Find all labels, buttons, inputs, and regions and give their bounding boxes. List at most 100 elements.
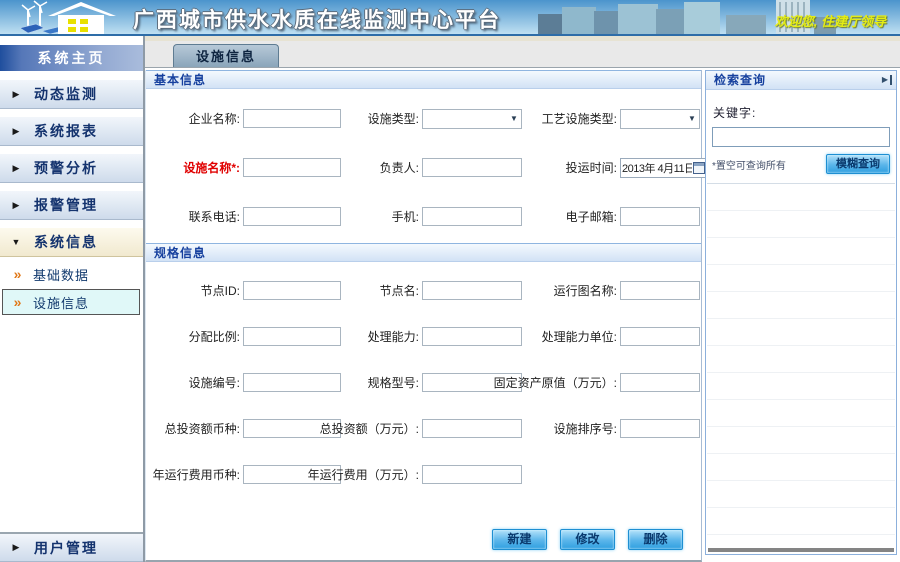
welcome-text: 欢迎您, 住建厅领导 [775,11,886,30]
sidebar-item-label: 报警管理 [34,195,98,215]
asset-value-label: 固定资产原值（万元）: [526,374,620,391]
node-id-label: 节点ID: [148,282,243,299]
double-chevron-icon: » [3,267,33,281]
annual-cost-label: 年运行费用（万元）: [344,466,422,483]
annual-cost-input[interactable] [422,465,522,484]
sidebar-item-alarm-management[interactable]: ▶ 报警管理 [0,190,143,220]
sidebar-item-label: 用户管理 [34,538,98,558]
company-input[interactable] [243,109,341,128]
start-date-label: 投运时间: [526,159,620,176]
sidebar-item-system-reports[interactable]: ▶ 系统报表 [0,116,143,146]
run-map-input[interactable] [620,281,700,300]
field-mobile: 手机: [344,207,526,226]
field-company: 企业名称: [148,109,344,128]
facility-type-select[interactable]: ▼ [422,109,522,129]
field-process-type: 工艺设施类型: ▼ [526,109,703,129]
chevron-down-icon: ▼ [0,237,34,247]
app-header: 广西城市供水水质在线监测中心平台 欢迎您, 住建厅领导 [0,0,900,34]
chevron-right-icon: ▶ [0,200,34,211]
application-window: 广西城市供水水质在线监测中心平台 欢迎您, 住建厅领导 系统主页 ▶ 动态监测 [0,0,900,562]
sidebar-item-system-info[interactable]: ▼ 系统信息 [0,227,143,257]
mobile-input[interactable] [422,207,522,226]
delete-button[interactable]: 删除 [628,529,683,550]
email-label: 电子邮箱: [526,208,620,225]
tab-facility-info[interactable]: 设施信息 [173,44,279,67]
facility-type-label: 设施类型: [344,110,422,127]
capacity-unit-label: 处理能力单位: [526,328,620,345]
invest-total-label: 总投资额（万元）: [344,420,422,437]
node-name-input[interactable] [422,281,522,300]
manager-input[interactable] [422,158,522,177]
modify-button[interactable]: 修改 [560,529,615,550]
horizontal-scrollbar[interactable] [708,548,894,552]
field-facility-no: 设施编号: [148,373,344,392]
order-no-input[interactable] [620,419,700,438]
start-date-value: 2013年 4月11日 [622,160,692,176]
ratio-input[interactable] [243,327,341,346]
search-panel: 检索查询 ▶ 关键字: *置空可查询所有 模糊查询 [705,70,897,555]
keyword-input[interactable] [712,127,890,147]
content-area: 设施信息 基本信息 企业名称: 设施类型: [145,36,900,562]
phone-input[interactable] [243,207,341,226]
field-manager: 负责人: [344,158,526,177]
collapse-panel-icon[interactable]: ▶ [882,75,892,85]
mobile-label: 手机: [344,208,422,225]
search-panel-body: 关键字: *置空可查询所有 模糊查询 [706,90,896,174]
app-title: 广西城市供水水质在线监测中心平台 [133,4,501,34]
field-capacity: 处理能力: [344,327,526,346]
facility-no-input[interactable] [243,373,341,392]
sidebar-item-label: 动态监测 [34,84,98,104]
sidebar-item-user-management[interactable]: ▶ 用户管理 [0,532,143,562]
invest-currency-label: 总投资额币种: [148,420,243,437]
field-capacity-unit: 处理能力单位: [526,327,703,346]
sidebar-subitem-basic-data[interactable]: » 基础数据 [2,261,140,287]
field-ratio: 分配比例: [148,327,344,346]
email-input[interactable] [620,207,700,226]
form-actions: 新建 修改 删除 [146,529,701,550]
search-panel-title: 检索查询 [714,71,882,89]
spec-info-form: 节点ID: 节点名: 运行图名称: [146,262,701,499]
app-logo-icon [18,0,133,34]
field-invest-total: 总投资额（万元）: [344,419,526,438]
sidebar-item-label: 预警分析 [34,158,98,178]
node-name-label: 节点名: [344,282,422,299]
invest-total-input[interactable] [422,419,522,438]
chevron-right-icon: ▶ [0,163,34,174]
sidebar-subitem-facility-info[interactable]: » 设施信息 [2,289,140,315]
dropdown-arrow-icon: ▼ [685,114,699,123]
basic-info-form: 企业名称: 设施类型: ▼ 工艺设施类型 [146,89,701,243]
process-type-label: 工艺设施类型: [526,110,620,127]
facility-name-input[interactable] [243,158,341,177]
ratio-label: 分配比例: [148,328,243,345]
add-button[interactable]: 新建 [492,529,547,550]
facility-no-label: 设施编号: [148,374,243,391]
sidebar-item-home[interactable]: 系统主页 [0,45,143,71]
process-type-select[interactable]: ▼ [620,109,700,129]
capacity-input[interactable] [422,327,522,346]
double-chevron-icon: » [3,295,33,309]
field-node-name: 节点名: [344,281,526,300]
field-invest-currency: 总投资额币种: [148,419,344,438]
fuzzy-search-button[interactable]: 模糊查询 [826,154,890,174]
asset-value-input[interactable] [620,373,700,392]
run-map-label: 运行图名称: [526,282,620,299]
sidebar-item-dynamic-monitoring[interactable]: ▶ 动态监测 [0,79,143,109]
sidebar-item-label: 系统报表 [34,121,98,141]
node-id-input[interactable] [243,281,341,300]
manager-label: 负责人: [344,159,422,176]
field-node-id: 节点ID: [148,281,344,300]
search-panel-header: 检索查询 ▶ [706,71,896,90]
field-annual-cost: 年运行费用（万元）: [344,465,526,484]
spec-info-section-header: 规格信息 [146,243,701,262]
sidebar-spacer [0,316,143,532]
field-run-map-name: 运行图名称: [526,281,703,300]
field-phone: 联系电话: [148,207,344,226]
field-email: 电子邮箱: [526,207,703,226]
dropdown-arrow-icon: ▼ [507,114,521,123]
sidebar-item-label: 系统信息 [34,232,98,252]
sidebar-item-warning-analysis[interactable]: ▶ 预警分析 [0,153,143,183]
facility-name-required-label: 设施名称*: [148,159,243,176]
capacity-unit-input[interactable] [620,327,700,346]
start-date-picker[interactable]: 2013年 4月11日 ▼ [620,158,716,178]
field-facility-type: 设施类型: ▼ [344,109,526,129]
